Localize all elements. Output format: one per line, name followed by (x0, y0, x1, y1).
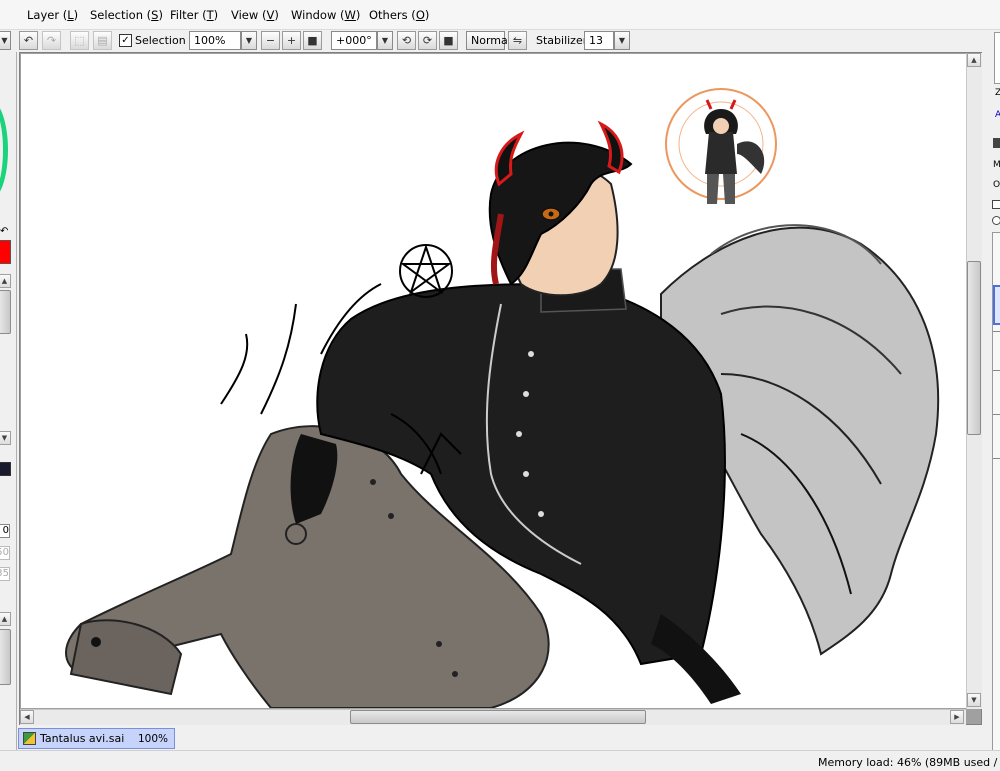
rotate-reset-icon: ■ (443, 34, 454, 47)
rotation-dropdown[interactable]: ▼ (377, 31, 393, 50)
layer-item[interactable] (993, 419, 1000, 459)
stabilizer-field[interactable]: 13 (584, 31, 614, 50)
drawing-canvas[interactable] (21, 54, 966, 708)
canvas-frame: ▲ ▼ ◀ ▶ (19, 52, 982, 725)
rotate-reset-button[interactable]: ■ (439, 31, 458, 50)
menu-others[interactable]: Others (O) (369, 8, 429, 22)
right-panel-letter-o: O (993, 180, 1000, 190)
left-tool-panel: ↶ ▲ ▼ 0 0 50 35 ▲ (0, 52, 17, 771)
reset-icon: ■ (307, 34, 318, 47)
menu-window[interactable]: Window (W) (291, 8, 360, 22)
horizontal-scrollbar[interactable]: ◀ ▶ (20, 709, 966, 725)
menu-view[interactable]: View (V) (231, 8, 279, 22)
deselect-icon: ⬚ (74, 34, 85, 47)
deselect-button[interactable]: ⬚ (70, 31, 89, 50)
invert-selection-button[interactable]: ▤ (93, 31, 112, 50)
zoom-dropdown[interactable]: ▼ (241, 31, 257, 50)
memory-load: Memory load: 46% (89MB used / 748M (818, 756, 1000, 769)
tool-scroll-thumb[interactable] (0, 629, 11, 685)
swap-colors-icon[interactable]: ↶ (0, 226, 8, 237)
chibi-avatar (665, 88, 777, 204)
scroll-up-arrow[interactable]: ▲ (967, 53, 981, 67)
brush-preview[interactable] (0, 462, 11, 476)
panel-toggle-dropdown[interactable]: ▼ (0, 31, 11, 50)
menu-filter[interactable]: Filter (T) (170, 8, 218, 22)
color-wheel[interactable] (0, 100, 8, 200)
head (488, 120, 633, 297)
stabilizer-dropdown[interactable]: ▼ (614, 31, 630, 50)
redo-button[interactable]: ↷ (42, 31, 61, 50)
undo-icon: ↶ (23, 34, 34, 47)
brush-value-3[interactable]: 50 (0, 546, 10, 560)
layer-icon[interactable] (993, 138, 1000, 148)
flip-icon: ⇋ (512, 34, 523, 47)
toolbar: ▼ ↶ ↷ ⬚ ▤ ✓ Selection 100% ▼ − + ■ +000°… (0, 30, 1000, 52)
zoom-field[interactable]: 100% (189, 31, 241, 50)
tool-scroll-up[interactable]: ▲ (0, 612, 11, 626)
layer-item-selected[interactable] (993, 285, 1000, 325)
layer-list[interactable] (992, 232, 1000, 752)
panel-scroll-up[interactable]: ▲ (0, 274, 11, 288)
rotate-ccw-icon: ⟲ (401, 34, 412, 47)
brush-value-2[interactable]: 0 (0, 524, 10, 538)
blend-mode-button[interactable]: Normal (466, 31, 511, 50)
selection-checkbox[interactable]: ✓ (119, 34, 132, 47)
plus-icon: + (286, 34, 297, 47)
layer-item[interactable] (993, 331, 1000, 371)
vertical-scroll-thumb[interactable] (967, 261, 981, 435)
right-panel-letter-a: A (995, 110, 1000, 120)
menu-layer[interactable]: Layer (L) (27, 8, 78, 22)
document-zoom: 100% (137, 732, 168, 745)
zoom-reset-button[interactable]: ■ (303, 31, 322, 50)
panel-scroll-down[interactable]: ▼ (0, 431, 11, 445)
horizontal-scroll-thumb[interactable] (350, 710, 646, 724)
primary-color-swatch[interactable] (0, 240, 11, 264)
status-bar: Memory load: 46% (89MB used / 748M (0, 750, 1000, 771)
menu-bar: Layer (L) Selection (S) Filter (T) View … (0, 0, 1000, 30)
rotate-cw-icon: ⟳ (422, 34, 433, 47)
right-panel-letter-m: M (993, 160, 1000, 170)
layer-item[interactable] (993, 375, 1000, 415)
scroll-down-arrow[interactable]: ▼ (967, 693, 981, 707)
document-tab[interactable]: Tantalus avi.sai 100% (18, 728, 175, 749)
rotate-cw-button[interactable]: ⟳ (418, 31, 437, 50)
document-icon (23, 732, 36, 745)
scroll-left-arrow[interactable]: ◀ (20, 710, 34, 724)
selection-label: Selection (135, 34, 186, 47)
zoom-in-button[interactable]: + (282, 31, 301, 50)
panel-scroll-thumb[interactable] (0, 290, 11, 334)
flip-button[interactable]: ⇋ (508, 31, 527, 50)
redo-icon: ↷ (46, 34, 57, 47)
artwork (65, 88, 940, 708)
rotate-ccw-button[interactable]: ⟲ (397, 31, 416, 50)
vertical-scrollbar[interactable]: ▲ ▼ (966, 53, 982, 709)
rotation-field[interactable]: +000° (331, 31, 377, 50)
menu-selection[interactable]: Selection (S) (90, 8, 163, 22)
minus-icon: − (265, 34, 276, 47)
stabilizer-label: Stabilizer (536, 34, 588, 47)
document-name: Tantalus avi.sai (40, 732, 125, 745)
right-radio[interactable] (992, 216, 1000, 225)
undo-button[interactable]: ↶ (19, 31, 38, 50)
right-layer-panel: Z A M O (982, 30, 1000, 752)
right-panel-slider[interactable] (994, 32, 1000, 84)
scroll-right-arrow[interactable]: ▶ (950, 710, 964, 724)
brush-value-4[interactable]: 35 (0, 567, 10, 581)
right-panel-letter-z: Z (995, 88, 1000, 98)
invert-selection-icon: ▤ (97, 34, 108, 47)
right-checkbox[interactable] (992, 200, 1000, 209)
zoom-out-button[interactable]: − (261, 31, 280, 50)
